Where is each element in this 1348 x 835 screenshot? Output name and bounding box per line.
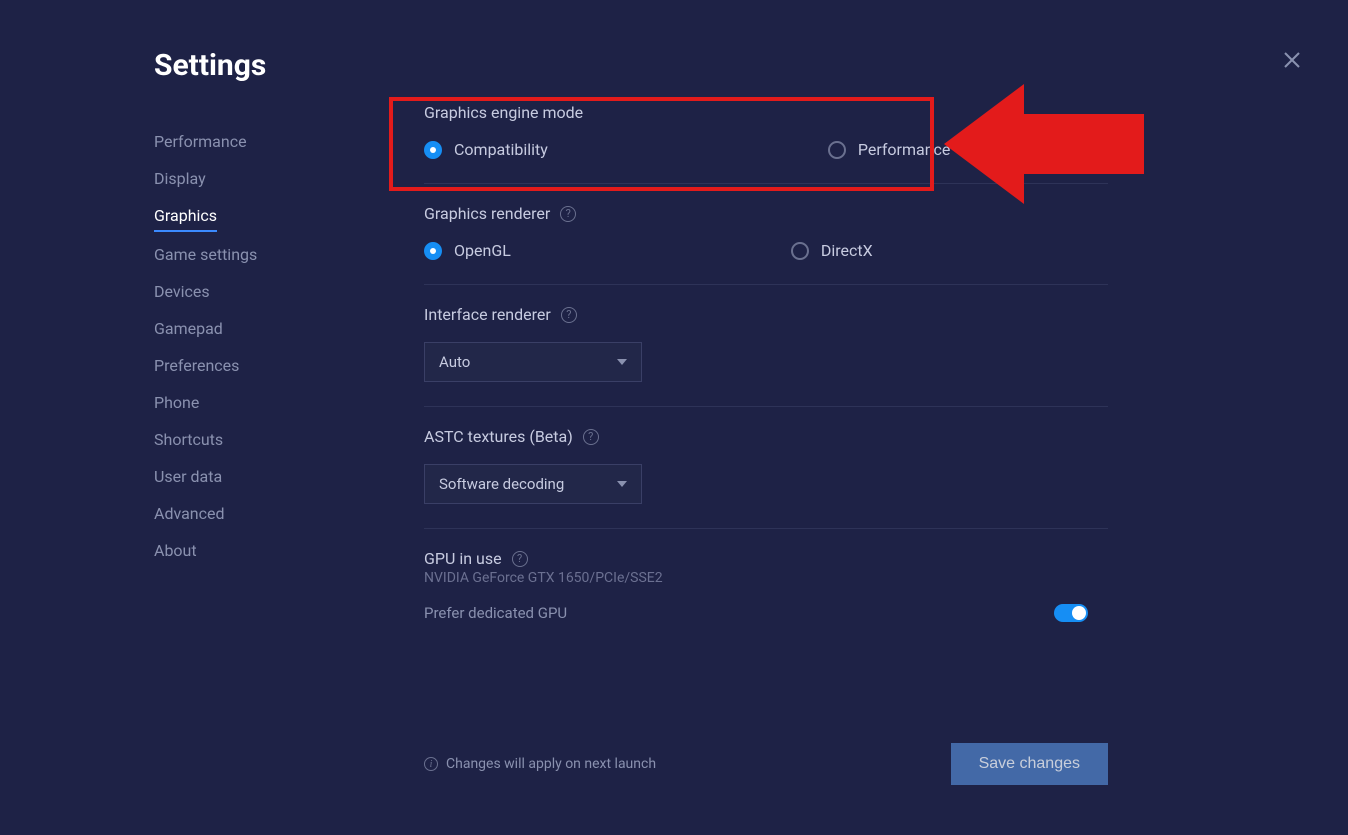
caret-down-icon <box>617 481 627 487</box>
astc-dropdown[interactable]: Software decoding <box>424 464 642 504</box>
radio-opengl-label: OpenGL <box>454 241 511 260</box>
save-changes-button[interactable]: Save changes <box>951 743 1108 785</box>
nav-item-game-settings[interactable]: Game settings <box>154 236 394 273</box>
nav-item-shortcuts[interactable]: Shortcuts <box>154 421 394 458</box>
nav-item-preferences[interactable]: Preferences <box>154 347 394 384</box>
radio-performance-label: Performance <box>858 140 951 159</box>
help-icon[interactable]: ? <box>583 429 599 445</box>
nav-item-display[interactable]: Display <box>154 160 394 197</box>
prefer-gpu-toggle[interactable] <box>1054 604 1088 622</box>
graphics-renderer-label: Graphics renderer <box>424 204 550 223</box>
radio-compatibility-label: Compatibility <box>454 140 548 159</box>
footer-hint: Changes will apply on next launch <box>446 756 656 772</box>
help-icon[interactable]: ? <box>560 206 576 222</box>
info-icon: i <box>424 757 438 771</box>
radio-opengl[interactable]: OpenGL <box>424 241 511 260</box>
help-icon[interactable]: ? <box>512 551 528 567</box>
radio-directx-label: DirectX <box>821 241 873 260</box>
nav-item-devices[interactable]: Devices <box>154 273 394 310</box>
nav-list: PerformanceDisplayGraphics Game settingsD… <box>154 123 394 569</box>
nav-item-about[interactable]: About <box>154 532 394 569</box>
interface-renderer-value: Auto <box>439 353 470 371</box>
interface-renderer-label: Interface renderer <box>424 305 551 324</box>
caret-down-icon <box>617 359 627 365</box>
interface-renderer-dropdown[interactable]: Auto <box>424 342 642 382</box>
help-icon[interactable]: ? <box>561 307 577 323</box>
section-graphics-renderer: Graphics renderer ? OpenGL DirectX <box>424 184 1108 285</box>
section-astc: ASTC textures (Beta) ? Software decoding <box>424 407 1108 529</box>
gpu-label: GPU in use <box>424 549 502 568</box>
nav-item-performance[interactable]: Performance <box>154 123 394 160</box>
nav-item-advanced[interactable]: Advanced <box>154 495 394 532</box>
radio-performance[interactable]: Performance <box>828 140 951 159</box>
nav-item-gamepad[interactable]: Gamepad <box>154 310 394 347</box>
nav-item-phone[interactable]: Phone <box>154 384 394 421</box>
settings-main: Graphics engine mode Compatibility Perfo… <box>424 48 1348 835</box>
radio-compatibility[interactable]: Compatibility <box>424 140 548 159</box>
nav-item-user-data[interactable]: User data <box>154 458 394 495</box>
astc-label: ASTC textures (Beta) <box>424 427 573 446</box>
nav-item-graphics[interactable]: Graphics <box>154 197 217 232</box>
gpu-value: NVIDIA GeForce GTX 1650/PCIe/SSE2 <box>424 570 1108 586</box>
page-title: Settings <box>154 48 394 83</box>
section-interface-renderer: Interface renderer ? Auto <box>424 285 1108 407</box>
radio-directx[interactable]: DirectX <box>791 241 873 260</box>
section-engine-mode: Graphics engine mode Compatibility Perfo… <box>424 103 1108 184</box>
engine-mode-label: Graphics engine mode <box>424 103 1108 122</box>
prefer-gpu-label: Prefer dedicated GPU <box>424 604 567 622</box>
settings-sidebar: Settings PerformanceDisplayGraphics Game … <box>154 48 424 835</box>
astc-value: Software decoding <box>439 475 564 493</box>
section-gpu: GPU in use ? NVIDIA GeForce GTX 1650/PCI… <box>424 529 1108 646</box>
